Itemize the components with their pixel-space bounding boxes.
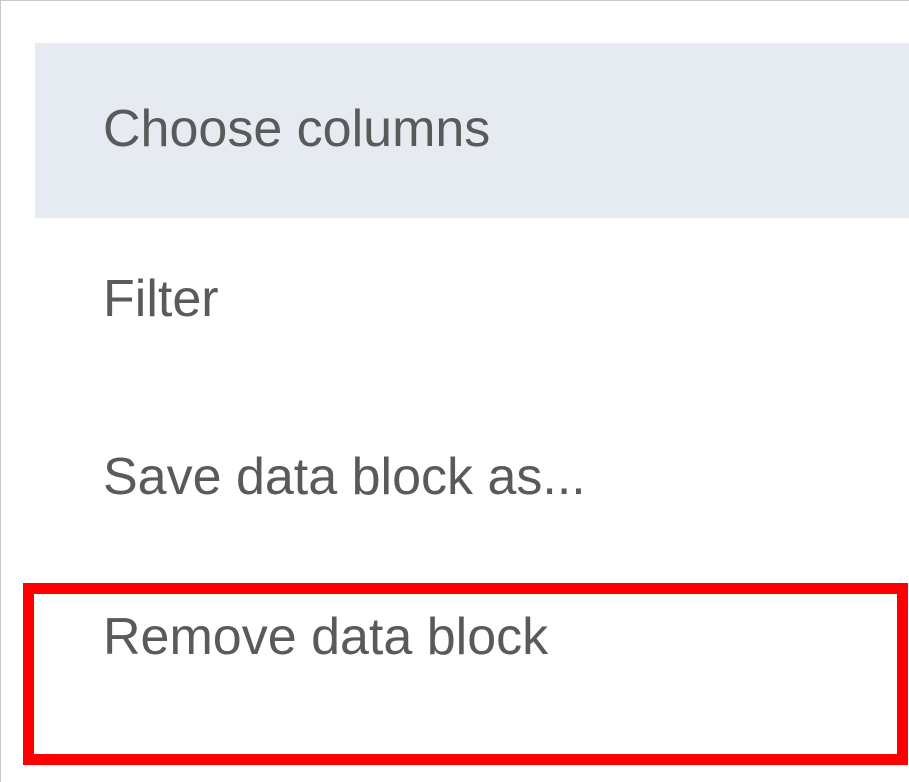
menu-item-filter[interactable]: Filter [35, 218, 909, 373]
menu-item-save-data-block-as[interactable]: Save data block as... [35, 373, 909, 568]
menu-item-choose-columns[interactable]: Choose columns [35, 43, 909, 218]
menu-item-remove-data-block[interactable]: Remove data block [35, 568, 909, 763]
context-menu: Choose columns Filter Save data block as… [0, 0, 909, 782]
